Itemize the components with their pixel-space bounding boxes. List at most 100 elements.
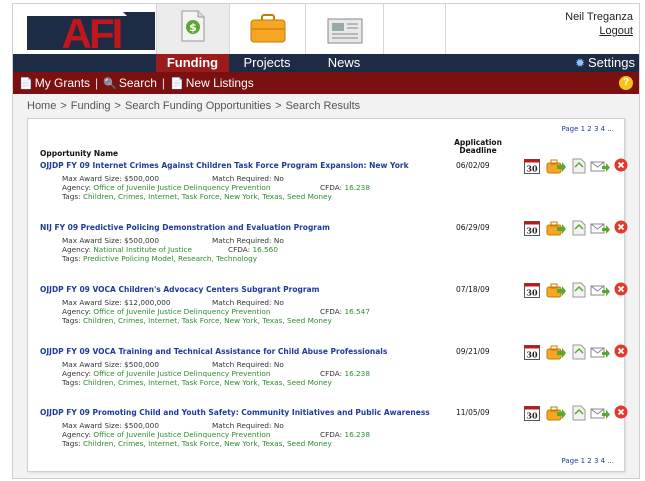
cfda-label: CFDA: — [228, 245, 251, 254]
nav-news-icon-cell[interactable] — [305, 4, 383, 56]
add-to-project-icon[interactable] — [546, 158, 566, 174]
settings-button[interactable]: ✹ Settings — [575, 54, 635, 72]
cfda-link[interactable]: 16.547 — [344, 307, 370, 316]
document-icon: 📄 — [19, 78, 33, 90]
send-email-icon[interactable] — [590, 405, 610, 421]
document-icon[interactable] — [572, 220, 586, 236]
max-award-label: Max Award Size: — [62, 360, 122, 369]
pager-top[interactable]: Page 1 2 3 4 ... — [561, 125, 614, 133]
result-tags-line: Tags: Children, Crimes, Internet, Task F… — [62, 192, 332, 201]
my-grants-label: My Grants — [34, 76, 91, 90]
nav-funding-icon-cell[interactable]: $ — [156, 4, 229, 56]
pager-bottom[interactable]: Page 1 2 3 4 ... — [561, 457, 614, 465]
search-link[interactable]: 🔍 Search — [103, 76, 157, 90]
result-agency-line: Agency: Office of Juvenile Justice Delin… — [62, 430, 370, 439]
match-label: Match Required: — [212, 236, 272, 245]
match-value: No — [273, 421, 284, 430]
nav-empty-cell — [445, 4, 505, 56]
application-deadline: 06/29/09 — [456, 223, 490, 232]
cfda-link[interactable]: 16.560 — [252, 245, 278, 254]
cfda-link[interactable]: 16.238 — [344, 430, 370, 439]
tags-links[interactable]: Children, Crimes, Internet, Task Force, … — [83, 192, 332, 201]
result-title[interactable]: OJJDP FY 09 Internet Crimes Against Chil… — [40, 161, 409, 170]
delete-icon[interactable] — [614, 405, 628, 419]
cfda-link[interactable]: 16.238 — [344, 369, 370, 378]
delete-icon[interactable] — [614, 344, 628, 358]
tab-news[interactable]: News — [305, 54, 383, 72]
match-label: Match Required: — [212, 298, 272, 307]
afi-logo[interactable]: AFI — [27, 10, 155, 54]
send-email-icon[interactable] — [590, 158, 610, 174]
send-email-icon[interactable] — [590, 344, 610, 360]
calendar-day: 30 — [526, 411, 538, 421]
calendar-day: 30 — [526, 226, 538, 236]
calendar-icon[interactable]: 30 — [524, 344, 540, 360]
tags-label: Tags: — [62, 316, 81, 325]
tags-label: Tags: — [62, 192, 81, 201]
add-to-project-icon[interactable] — [546, 220, 566, 236]
match-required: Match Required: No — [212, 174, 284, 183]
send-email-icon[interactable] — [590, 220, 610, 236]
calendar-icon[interactable]: 30 — [524, 405, 540, 421]
document-icon[interactable] — [572, 405, 586, 421]
max-award-value: $12,000,000 — [124, 298, 171, 307]
result-title[interactable]: OJJDP FY 09 Promoting Child and Youth Sa… — [40, 408, 430, 417]
breadcrumb-separator: > — [275, 100, 282, 112]
calendar-icon[interactable]: 30 — [524, 158, 540, 174]
delete-icon[interactable] — [614, 282, 628, 296]
breadcrumb-funding[interactable]: Funding — [71, 100, 111, 112]
agency-label: Agency: — [62, 245, 91, 254]
my-grants-link[interactable]: 📄 My Grants — [19, 76, 90, 90]
tags-links[interactable]: Children, Crimes, Internet, Task Force, … — [83, 378, 332, 387]
help-icon[interactable]: ? — [619, 76, 633, 90]
breadcrumb-search-funding[interactable]: Search Funding Opportunities — [125, 100, 271, 112]
agency-link[interactable]: Office of Juvenile Justice Delinquency P… — [93, 307, 270, 316]
tags-label: Tags: — [62, 254, 81, 263]
cfda-link[interactable]: 16.238 — [344, 183, 370, 192]
tags-links[interactable]: Predictive Policing Model, Research, Tec… — [83, 254, 257, 263]
cfda: CFDA: 16.560 — [228, 245, 278, 254]
logout-link[interactable]: Logout — [565, 24, 633, 38]
document-icon[interactable] — [572, 344, 586, 360]
result-row: OJJDP FY 09 Promoting Child and Youth Sa… — [40, 405, 628, 464]
result-title[interactable]: NIJ FY 09 Predictive Policing Demonstrat… — [40, 223, 330, 232]
breadcrumb-home[interactable]: Home — [27, 100, 56, 112]
send-email-icon[interactable] — [590, 282, 610, 298]
search-label: Search — [118, 76, 157, 90]
agency-link[interactable]: Office of Juvenile Justice Delinquency P… — [93, 183, 270, 192]
delete-icon[interactable] — [614, 158, 628, 172]
tags-links[interactable]: Children, Crimes, Internet, Task Force, … — [83, 316, 332, 325]
app-window: AFI $ Neil Treganza Logout Funding Proje… — [12, 3, 640, 479]
add-to-project-icon[interactable] — [546, 405, 566, 421]
tab-funding[interactable]: Funding — [156, 54, 229, 72]
calendar-icon[interactable]: 30 — [524, 282, 540, 298]
result-title[interactable]: OJJDP FY 09 VOCA Children's Advocacy Cen… — [40, 285, 319, 294]
agency-label: Agency: — [62, 369, 91, 378]
user-name: Neil Treganza — [565, 11, 633, 23]
document-icon[interactable] — [572, 282, 586, 298]
cfda-label: CFDA: — [320, 430, 343, 439]
agency-link[interactable]: National Institute of Justice — [93, 245, 192, 254]
money-document-icon: $ — [181, 10, 205, 42]
tags-label: Tags: — [62, 378, 81, 387]
tab-projects[interactable]: Projects — [229, 54, 305, 72]
add-to-project-icon[interactable] — [546, 282, 566, 298]
calendar-icon[interactable]: 30 — [524, 220, 540, 236]
add-to-project-icon[interactable] — [546, 344, 566, 360]
result-title[interactable]: OJJDP FY 09 VOCA Training and Technical … — [40, 347, 387, 356]
agency-link[interactable]: Office of Juvenile Justice Delinquency P… — [93, 369, 270, 378]
document-icon[interactable] — [572, 158, 586, 174]
user-area: Neil Treganza Logout — [565, 10, 633, 38]
delete-icon[interactable] — [614, 220, 628, 234]
result-agency-line: Agency: National Institute of Justice CF… — [62, 245, 278, 254]
agency-label: Agency: — [62, 183, 91, 192]
tags-links[interactable]: Children, Crimes, Internet, Task Force, … — [83, 439, 332, 448]
result-award-line: Max Award Size: $500,000 Match Required:… — [62, 360, 284, 369]
max-award-value: $500,000 — [124, 360, 159, 369]
new-listings-link[interactable]: 📄 New Listings — [170, 76, 254, 90]
nav-projects-icon-cell[interactable] — [229, 4, 305, 56]
match-value: No — [273, 174, 284, 183]
agency-label: Agency: — [62, 430, 91, 439]
agency-link[interactable]: Office of Juvenile Justice Delinquency P… — [93, 430, 270, 439]
application-deadline: 09/21/09 — [456, 347, 490, 356]
